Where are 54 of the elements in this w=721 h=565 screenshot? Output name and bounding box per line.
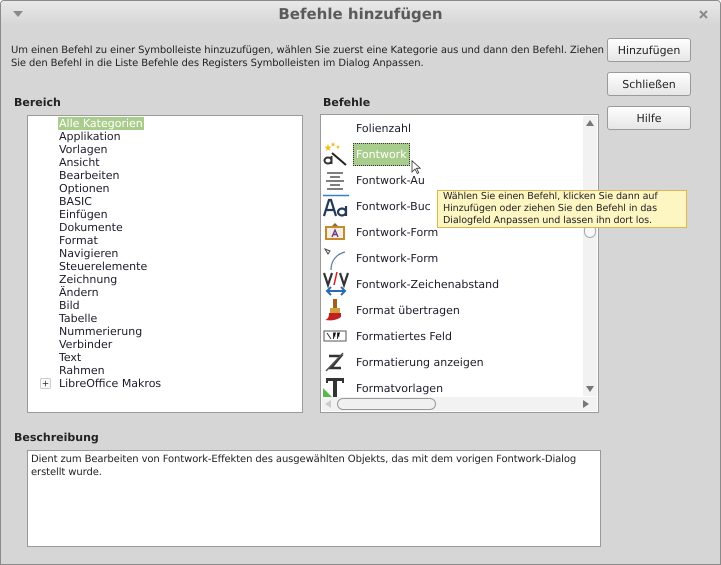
- category-item[interactable]: Ändern: [58, 286, 100, 299]
- mouse-pointer-icon: [411, 160, 422, 175]
- curve-icon: [323, 246, 347, 270]
- category-item[interactable]: Text: [58, 351, 82, 364]
- spacing-arrows-icon: [323, 271, 349, 297]
- description-field: Dient zum Bearbeiten von Fontwork-Effekten des ausgewählten Objekts, das mit dem vorigen Fontwork-Dialog erstellt wurde.: [27, 450, 601, 547]
- dialog-button[interactable]: Schließen: [607, 72, 691, 96]
- tooltip: Wählen Sie einen Befehl, klicken Sie dann auf Hinzufügen oder ziehen Sie den Befehl in das Dialogfeld Anpassen und lassen ihn dort los.: [437, 190, 687, 228]
- command-item[interactable]: Fontwork-Buc: [353, 194, 434, 218]
- dialog-button[interactable]: Hinzufügen: [607, 38, 691, 62]
- category-item[interactable]: LibreOffice Makros: [58, 377, 162, 390]
- command-item[interactable]: Fontwork-Form: [353, 246, 442, 270]
- scroll-left-icon[interactable]: [325, 400, 331, 408]
- command-item[interactable]: Formatvorlagen: [353, 376, 446, 400]
- command-item[interactable]: Formatierung anzeigen: [353, 350, 487, 374]
- category-item[interactable]: BASIC: [58, 195, 93, 208]
- letter-t-icon: [323, 376, 347, 400]
- section-heading: Beschreibung: [14, 431, 100, 445]
- category-item[interactable]: Navigieren: [58, 247, 120, 260]
- window-title: Befehle hinzufügen: [278, 5, 443, 23]
- letters-icon: [323, 194, 349, 218]
- category-item[interactable]: Einfügen: [58, 208, 109, 221]
- section-heading: Bereich: [14, 96, 62, 110]
- magic-wand-icon: [323, 142, 347, 166]
- scrollbar-thumb[interactable]: [337, 398, 436, 410]
- scroll-down-icon[interactable]: [586, 386, 594, 392]
- scroll-up-icon[interactable]: [586, 120, 594, 126]
- category-item[interactable]: Bearbeiten: [58, 169, 120, 182]
- category-item[interactable]: Rahmen: [58, 364, 106, 377]
- category-item[interactable]: Tabelle: [58, 312, 98, 325]
- instruction-text: Um einen Befehl zu einer Symbolleiste hinzuzufügen, wählen Sie zuerst eine Kategorie aus und dann den Befehl. Ziehen Sie den Befehl in die Liste Befehle des Registers Symbolleisten im Dialog Anpassen.: [11, 44, 605, 70]
- category-item[interactable]: Zeichnung: [58, 273, 118, 286]
- horizontal-scrollbar[interactable]: [322, 397, 597, 411]
- close-icon[interactable]: [699, 10, 708, 19]
- command-item[interactable]: Format übertragen: [353, 298, 463, 322]
- command-item[interactable]: Formatiertes Feld: [353, 324, 455, 348]
- section-heading: Befehle: [323, 96, 372, 110]
- menu-icon[interactable]: [13, 11, 23, 17]
- category-item[interactable]: Applikation: [58, 130, 122, 143]
- category-item[interactable]: Nummerierung: [58, 325, 144, 338]
- command-item[interactable]: Fontwork-Zeichenabstand: [353, 272, 502, 296]
- expand-icon[interactable]: [40, 378, 51, 389]
- command-item[interactable]: Fontwork-Au: [353, 168, 428, 192]
- category-item[interactable]: Optionen: [58, 182, 110, 195]
- scroll-right-icon[interactable]: [583, 400, 589, 408]
- dialog-button[interactable]: Hilfe: [607, 106, 691, 130]
- category-item[interactable]: Steuerelemente: [58, 260, 148, 273]
- category-item[interactable]: Verbinder: [58, 338, 114, 351]
- category-item[interactable]: Bild: [58, 299, 81, 312]
- category-item[interactable]: Format: [58, 234, 99, 247]
- category-item[interactable]: Dokumente: [58, 221, 124, 234]
- category-item[interactable]: Ansicht: [58, 156, 101, 169]
- command-item[interactable]: Folienzahl: [353, 116, 414, 140]
- category-item[interactable]: Vorlagen: [58, 143, 108, 156]
